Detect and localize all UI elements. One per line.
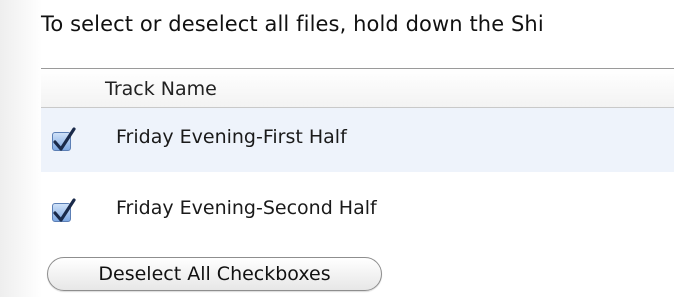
dialog-canvas: To select or deselect all files, hold do… [0, 0, 674, 297]
track-name-label: Friday Evening-First Half [116, 126, 347, 148]
table-row[interactable]: Friday Evening-Second Half [41, 179, 674, 243]
deselect-all-button[interactable]: Deselect All Checkboxes [47, 257, 382, 291]
list-header: Track Name [41, 69, 674, 108]
column-header-track-name[interactable]: Track Name [105, 78, 217, 100]
track-list: Track Name Friday Evening-First Half Fri… [41, 68, 674, 243]
track-name-label: Friday Evening-Second Half [116, 197, 377, 219]
table-row[interactable]: Friday Evening-First Half [41, 108, 674, 172]
instruction-text: To select or deselect all files, hold do… [41, 12, 544, 36]
checkbox-checked-icon[interactable] [52, 198, 76, 222]
edge-fade [0, 0, 42, 297]
checkbox-checked-icon[interactable] [52, 127, 76, 151]
